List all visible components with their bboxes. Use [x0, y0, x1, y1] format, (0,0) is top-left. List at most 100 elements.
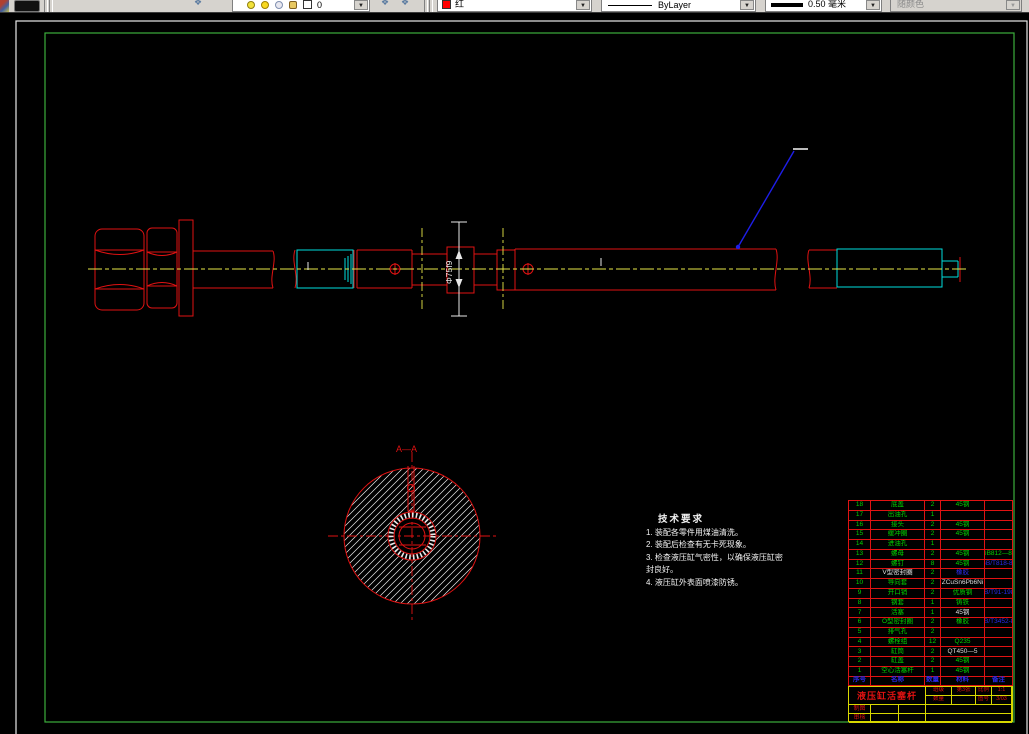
title-block-cell — [899, 714, 926, 723]
toolbar-separator — [49, 0, 53, 12]
bom-cell-name: 出油孔 — [871, 510, 925, 521]
bom-cell-material: 45钢 — [941, 501, 985, 511]
tech-note-line: 4. 液压缸外表面喷漆防锈。 — [646, 577, 743, 587]
bom-cell-qty: 1 — [925, 510, 941, 521]
bulb-icon[interactable] — [247, 1, 255, 9]
layer-combo[interactable]: 0 ▼ — [232, 0, 370, 12]
bom-cell-no: 4 — [849, 637, 871, 648]
technical-requirements: 技术要求 1. 装配各零件用煤油清洗。 2. 装配后检查有无卡死现象。 3. 检… — [646, 511, 796, 589]
bom-cell-no: 2 — [849, 657, 871, 668]
title-block-role-label: 制图 — [849, 705, 871, 714]
bom-cell-material: 45钢 — [941, 657, 985, 668]
tech-note-line: 2. 装配后检查有无卡死现象。 — [646, 540, 751, 550]
bom-cell-remark — [985, 569, 1013, 580]
bom-cell-remark — [985, 647, 1013, 658]
leader-line — [735, 148, 808, 250]
layer-name: 0 — [317, 0, 323, 10]
bom-cell-remark — [985, 657, 1013, 668]
bom-cell-qty: 1 — [925, 540, 941, 550]
bom-cell-remark — [985, 579, 1013, 589]
lock-icon[interactable] — [289, 1, 297, 9]
bom-cell-no: 16 — [849, 520, 871, 531]
bom-cell-qty: 2 — [925, 569, 941, 580]
layer-color-swatch[interactable] — [303, 0, 312, 9]
bom-cell-qty: 2 — [925, 549, 941, 560]
bom-cell-no: 9 — [849, 588, 871, 599]
title-block-cell — [952, 696, 976, 705]
diameter-dimension-label: Φ75f9 — [444, 260, 454, 284]
bom-cell-name: 螺母 — [871, 549, 925, 560]
bom-cell-remark — [985, 637, 1013, 648]
title-block-cell: 3/03 — [992, 696, 1012, 705]
technical-requirements-title: 技术要求 — [658, 514, 705, 525]
bom-cell-material: 45钢 — [941, 549, 985, 560]
properties-toolbar: ❖ 0 ▼ ❖ ❖ 红 ▼ ByLayer ▼ 0.50 毫米 ▼ 随颜色 ▼ — [0, 0, 1029, 13]
bom-cell-name: 接头 — [871, 520, 925, 531]
linetype-sample — [608, 5, 652, 6]
linetype-combo[interactable]: ByLayer ▼ — [601, 0, 756, 12]
parts-list-table: 18 底盖 2 45钢 17 出油孔 1 16 接头 2 45钢 15 缓冲圈 2 45钢 14 进油孔 1 13 螺… — [848, 500, 1013, 677]
bom-cell-remark — [985, 520, 1013, 531]
color-swatch-button[interactable] — [14, 0, 40, 12]
bom-cell-remark: GB/T3452-85 — [985, 618, 1013, 628]
title-block-signature-grid: 制图 审核 — [849, 705, 1012, 723]
toolbar-icon-fragment[interactable] — [0, 0, 9, 12]
bom-cell-qty: 2 — [925, 520, 941, 531]
lineweight-combo[interactable]: 0.50 毫米 ▼ — [765, 0, 882, 12]
bom-cell-name: 排气孔 — [871, 627, 925, 638]
bom-cell-name: 导向套 — [871, 579, 925, 589]
layer-manager-button[interactable]: ❖ — [185, 0, 211, 11]
chevron-down-icon[interactable]: ▼ — [354, 0, 368, 10]
bom-cell-remark — [985, 608, 1013, 619]
bom-cell-qty: 1 — [925, 608, 941, 619]
drawing-title: 液压缸活塞杆 — [849, 687, 926, 705]
bom-cell-material: 45钢 — [941, 530, 985, 541]
bom-cell-name: 缸盖 — [871, 657, 925, 668]
title-block-cell: 班级 — [926, 687, 952, 696]
bom-cell-material — [941, 540, 985, 550]
bom-cell-qty: 8 — [925, 559, 941, 570]
chevron-down-icon[interactable]: ▼ — [866, 0, 880, 10]
tech-note-line: 3. 检查液压缸气密性，以确保液压缸密 — [646, 552, 783, 562]
title-block-cell — [899, 705, 926, 714]
current-color-name: 红 — [455, 0, 465, 9]
bom-cell-material: 45钢 — [941, 520, 985, 531]
bom-cell-no: 7 — [849, 608, 871, 619]
bom-cell-remark: GB812—88 — [985, 549, 1013, 560]
bom-cell-no: 11 — [849, 569, 871, 580]
title-block-cell — [871, 705, 899, 714]
bom-cell-material — [941, 627, 985, 638]
color-combo[interactable]: 红 ▼ — [437, 0, 592, 12]
bom-cell-name: 缓冲圈 — [871, 530, 925, 541]
make-object-layer-current-button[interactable]: ❖ — [376, 0, 394, 11]
bom-cell-material: 橡胶 — [941, 569, 985, 580]
chevron-down-icon[interactable]: ▼ — [740, 0, 754, 10]
bom-cell-no: 18 — [849, 501, 871, 511]
toolbar-separator — [44, 0, 48, 12]
toolbar-separator — [429, 0, 433, 12]
title-block-cell: 数量 — [926, 696, 952, 705]
bom-cell-remark — [985, 540, 1013, 550]
bom-cell-material: Q235 — [941, 637, 985, 648]
current-color-swatch — [442, 0, 451, 9]
section-label: A—A — [396, 444, 417, 454]
title-block-cell: 比例 — [976, 687, 992, 696]
bom-cell-remark: GB/T91-1986 — [985, 588, 1013, 599]
sun-icon[interactable] — [261, 1, 269, 9]
bom-cell-name: 进油孔 — [871, 540, 925, 550]
bom-cell-no: 10 — [849, 579, 871, 589]
bom-cell-remark — [985, 627, 1013, 638]
bom-cell-no: 13 — [849, 549, 871, 560]
bom-cell-remark: GB/T818-85 — [985, 559, 1013, 570]
bom-cell-no: 6 — [849, 618, 871, 628]
bom-cell-qty: 1 — [925, 598, 941, 609]
title-block-role-label: 审核 — [849, 714, 871, 723]
parts-list-header: 序号 名称 数量 材料 备注 — [848, 676, 1013, 686]
freeze-icon[interactable] — [275, 1, 283, 9]
bom-header-cell: 数量 — [925, 676, 941, 686]
chevron-down-icon[interactable]: ▼ — [576, 0, 590, 10]
title-block-cell — [871, 714, 899, 723]
layer-previous-button[interactable]: ❖ — [396, 0, 414, 11]
bom-header-cell: 材料 — [941, 676, 985, 686]
bom-cell-no: 5 — [849, 627, 871, 638]
